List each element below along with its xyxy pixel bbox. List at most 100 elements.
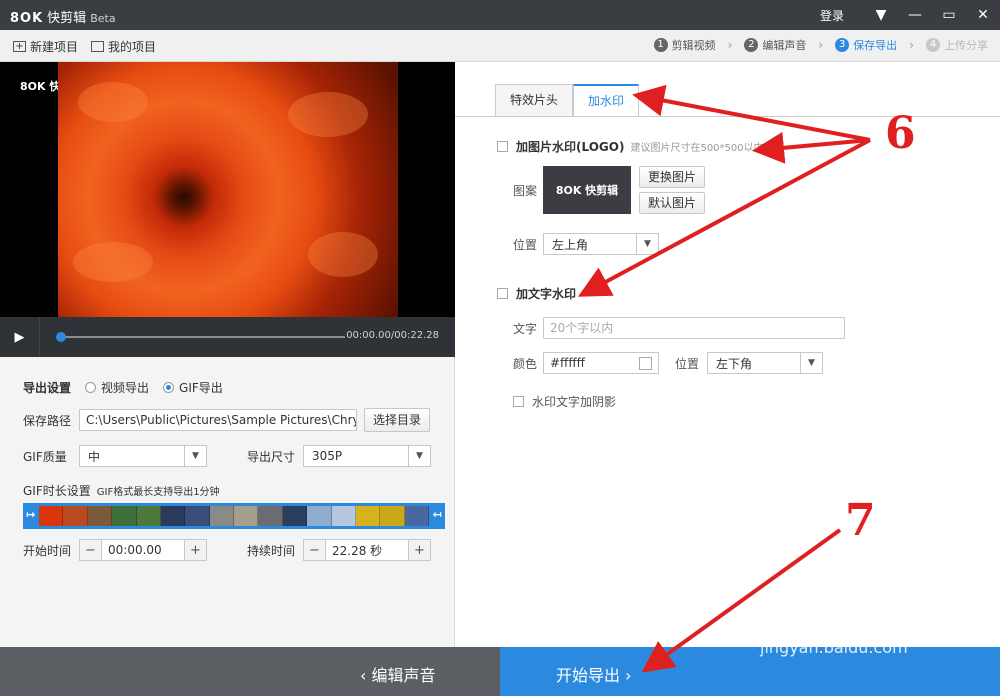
chevron-down-icon: ▼ xyxy=(636,234,658,254)
logo-mark: 8OK xyxy=(10,11,44,26)
chevron-right-icon: › xyxy=(727,38,733,52)
close-icon[interactable]: ✕ xyxy=(966,0,1000,30)
play-icon: ▶ xyxy=(14,329,25,345)
left-panel: 8OK 快剪辑 ▶ 00:00.00/00:22.28 导出设置 视频导出 GI… xyxy=(0,62,455,647)
back-to-audio-button[interactable]: ‹ 编辑声音 xyxy=(0,647,500,696)
duration-label: 持续时间 xyxy=(247,543,296,558)
step-label: 编辑声音 xyxy=(762,39,807,52)
export-settings: 导出设置 视频导出 GIF导出 保存路径 C:\Users\Public\Pic… xyxy=(0,357,455,647)
step-edit-audio[interactable]: 2 编辑声音 xyxy=(744,37,806,53)
frame-thumbnails xyxy=(39,506,429,526)
tab-intro-effects[interactable]: 特效片头 xyxy=(495,84,574,116)
chevron-right-icon: › xyxy=(620,666,632,685)
color-swatch[interactable] xyxy=(639,356,652,370)
baidu-jingyan-logo: Bai du 经验 xyxy=(760,596,949,634)
chevron-down-icon: ▼ xyxy=(408,446,430,466)
range-start-handle[interactable]: ↦ xyxy=(26,508,35,521)
text-shadow-label: 水印文字加阴影 xyxy=(532,395,617,409)
duration-stepper[interactable]: −22.28 秒 + xyxy=(303,539,431,561)
minimize-icon[interactable]: — xyxy=(898,0,932,30)
export-size-value: 305P xyxy=(312,449,343,463)
chevron-left-icon: ‹ xyxy=(360,666,372,685)
login-link[interactable]: 登录 xyxy=(820,7,844,24)
image-position-value: 左上角 xyxy=(552,237,589,252)
step-edit-video[interactable]: 1 剪辑视频 xyxy=(653,37,716,53)
export-settings-label: 导出设置 xyxy=(23,381,72,395)
title-bar: 8OK 快剪辑 Beta 登录 ▼ — ▭ ✕ xyxy=(0,0,1000,30)
dropdown-menu-icon[interactable]: ▼ xyxy=(864,0,898,30)
video-export-label: 视频导出 xyxy=(101,381,150,395)
text-position-value: 左下角 xyxy=(716,356,753,371)
step-label: 剪辑视频 xyxy=(671,39,716,52)
image-position-select[interactable]: 左上角 ▼ xyxy=(543,233,659,255)
text-watermark-label: 加文字水印 xyxy=(516,287,577,301)
watermark-text-input[interactable]: 20个字以内 xyxy=(543,317,845,339)
gif-range-strip[interactable]: ↦ ↤ xyxy=(23,503,445,529)
text-position-select[interactable]: 左下角 ▼ xyxy=(707,352,823,374)
watermark-logo-preview: 8OK 快剪辑 xyxy=(543,166,631,214)
start-time-stepper[interactable]: −00:00.00 + xyxy=(79,539,207,561)
start-time-value[interactable]: 00:00.00 xyxy=(102,543,184,557)
default-image-button[interactable]: 默认图片 xyxy=(639,192,706,214)
text-label: 文字 xyxy=(513,321,538,336)
app-name: 快剪辑 xyxy=(47,11,87,26)
gif-export-radio[interactable] xyxy=(163,382,175,393)
gif-export-label: GIF导出 xyxy=(179,381,223,395)
watermark-text-placeholder: 20个字以内 xyxy=(550,321,614,335)
export-label: 开始导出 › xyxy=(556,662,632,686)
watermark-url: jingyan.baidu.com xyxy=(760,638,908,657)
color-label: 颜色 xyxy=(513,356,538,371)
range-end-handle[interactable]: ↤ xyxy=(433,508,442,521)
video-export-radio[interactable] xyxy=(85,382,97,393)
chevron-down-icon: ▼ xyxy=(184,446,206,466)
playhead-knob[interactable] xyxy=(56,332,66,342)
export-size-label: 导出尺寸 xyxy=(247,449,296,464)
gif-duration-label: GIF时长设置 xyxy=(23,484,91,498)
play-button[interactable]: ▶ xyxy=(0,317,40,357)
plus-icon[interactable]: + xyxy=(408,540,430,560)
choose-directory-button[interactable]: 选择目录 xyxy=(364,408,431,432)
right-panel: 特效片头 加水印 加图片水印(LOGO) 建议图片尺寸在500*500以内 图案… xyxy=(455,62,1000,647)
image-watermark-hint: 建议图片尺寸在500*500以内 xyxy=(630,143,764,154)
tabs-divider xyxy=(455,116,1000,117)
back-label-text: 编辑声音 xyxy=(371,666,436,685)
effect-tabs: 特效片头 加水印 xyxy=(495,84,640,116)
text-watermark-checkbox[interactable] xyxy=(497,288,508,299)
site-watermark: Bai du 经验 jingyan.baidu.com xyxy=(760,590,949,657)
image-watermark-checkbox[interactable] xyxy=(497,141,508,152)
plus-icon[interactable]: + xyxy=(184,540,206,560)
toolbar: + 新建项目 我的项目 1 剪辑视频 › 2 编辑声音 › 3 保存导出 › 4 上传分享 xyxy=(0,30,1000,62)
text-shadow-checkbox[interactable] xyxy=(513,396,524,407)
step-number: 4 xyxy=(926,38,940,52)
my-projects-button[interactable]: 我的项目 xyxy=(91,38,156,55)
export-label-text: 开始导出 xyxy=(556,666,621,685)
folder-icon xyxy=(91,41,104,52)
step-label: 保存导出 xyxy=(853,39,898,52)
step-label: 上传分享 xyxy=(944,39,988,52)
duration-value[interactable]: 22.28 秒 xyxy=(326,542,408,559)
step-save-export[interactable]: 3 保存导出 xyxy=(835,37,897,53)
step-number: 3 xyxy=(835,38,850,52)
pattern-label: 图案 xyxy=(513,183,538,198)
image-watermark-label: 加图片水印(LOGO) xyxy=(516,140,625,154)
tab-add-watermark[interactable]: 加水印 xyxy=(573,84,640,116)
replace-image-button[interactable]: 更换图片 xyxy=(639,166,706,188)
gif-quality-value: 中 xyxy=(88,449,101,464)
chevron-down-icon: ▼ xyxy=(800,353,822,373)
my-projects-label: 我的项目 xyxy=(108,40,157,54)
step-number: 2 xyxy=(744,38,759,52)
maximize-icon[interactable]: ▭ xyxy=(932,0,966,30)
chevron-right-icon: › xyxy=(909,38,914,52)
new-project-button[interactable]: + 新建项目 xyxy=(13,38,78,55)
player-controls: ▶ 00:00.00/00:22.28 xyxy=(0,317,455,357)
minus-icon[interactable]: − xyxy=(80,540,102,560)
minus-icon[interactable]: − xyxy=(304,540,326,560)
image-position-label: 位置 xyxy=(513,237,538,252)
color-input[interactable]: #ffffff xyxy=(543,352,659,374)
save-path-input[interactable]: C:\Users\Public\Pictures\Sample Pictures… xyxy=(79,409,357,431)
export-size-select[interactable]: 305P ▼ xyxy=(303,445,431,467)
step-upload-share: 4 上传分享 xyxy=(926,37,988,53)
timeline-scrubber[interactable] xyxy=(56,332,345,342)
chevron-right-icon: › xyxy=(818,38,824,52)
gif-quality-select[interactable]: 中 ▼ xyxy=(79,445,207,467)
